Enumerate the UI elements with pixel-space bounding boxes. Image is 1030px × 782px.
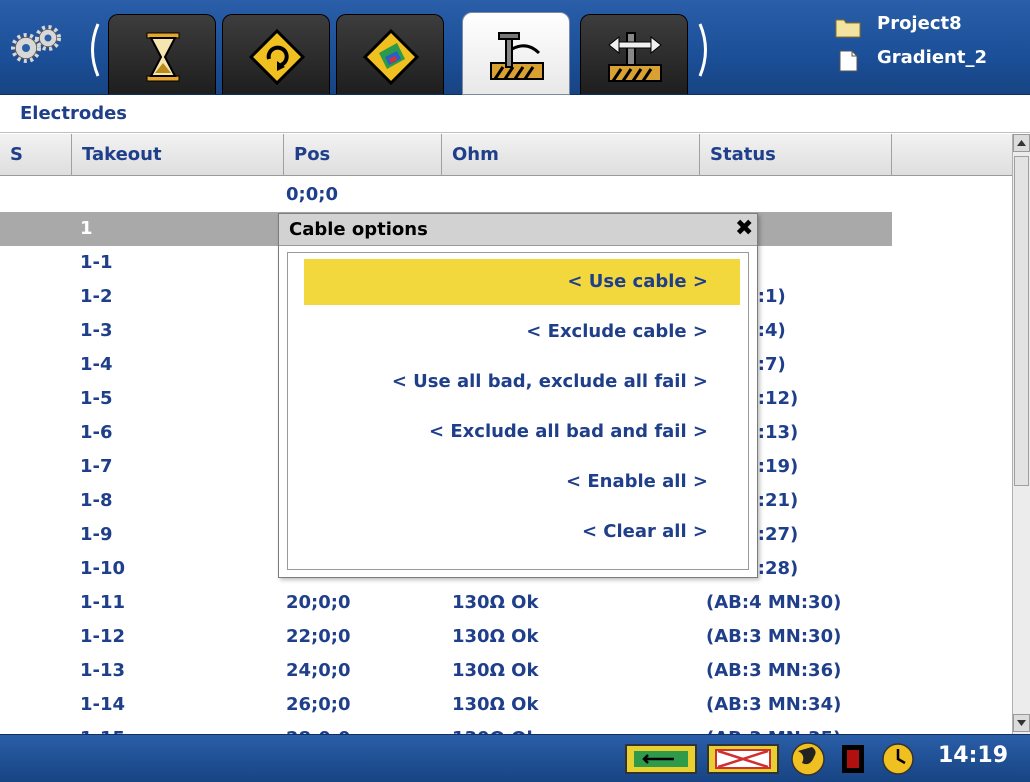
table-scrollbar[interactable]	[1012, 134, 1030, 734]
hourglass-icon	[146, 32, 180, 82]
settings-gears-icon[interactable]	[10, 24, 66, 64]
tab-process[interactable]	[222, 14, 330, 94]
cell-takeout: 1-13	[80, 660, 126, 681]
globe-icon[interactable]	[788, 741, 828, 777]
cell-takeout: 1-1	[80, 252, 113, 273]
cell-pos: 20;0;0	[286, 592, 351, 613]
option-exclude-cable[interactable]: < Exclude cable >	[304, 309, 740, 355]
cell-takeout: 1-7	[80, 456, 113, 477]
cell-ohm: 130Ω Ok	[452, 626, 539, 647]
cell-takeout: 1-3	[80, 320, 113, 341]
cell-takeout: 1-9	[80, 524, 113, 545]
cell-status: (AB:3 MN:34)	[706, 694, 842, 715]
cell-pos: 26;0;0	[286, 694, 351, 715]
cell-ohm: 130Ω Ok	[452, 592, 539, 613]
cell-takeout: 1-8	[80, 490, 113, 511]
cell-takeout: 1-14	[80, 694, 126, 715]
arrow-up-icon	[1017, 140, 1026, 146]
scroll-up-button[interactable]	[1013, 134, 1030, 152]
clock-icon[interactable]	[880, 741, 916, 777]
cell-takeout: 1-6	[80, 422, 113, 443]
status-bar: 14:19	[0, 734, 1030, 782]
column-header-pos[interactable]: Pos	[284, 134, 442, 176]
tab-cable-layout[interactable]	[580, 14, 688, 94]
cell-takeout: 1-15	[80, 722, 125, 734]
tab-section[interactable]	[336, 14, 444, 94]
table-row[interactable]: 1-13 24;0;0 130Ω Ok (AB:3 MN:36)	[0, 654, 1012, 688]
dialog-title: Cable options	[279, 214, 757, 246]
column-header-status[interactable]: Status	[700, 134, 892, 176]
table-row[interactable]: 1-12 22;0;0 130Ω Ok (AB:3 MN:30)	[0, 620, 1012, 654]
option-enable-all[interactable]: < Enable all >	[304, 459, 740, 505]
tab-scroll-left-icon[interactable]	[84, 20, 102, 80]
record-stop-icon[interactable]	[840, 741, 866, 777]
document-icon	[839, 50, 858, 72]
cell-takeout: 1-12	[80, 626, 126, 647]
tab-scroll-right-icon[interactable]	[696, 20, 714, 80]
option-use-cable[interactable]: < Use cable >	[304, 259, 740, 305]
column-header-takeout[interactable]: Takeout	[72, 134, 284, 176]
gradient-map-icon	[362, 29, 420, 85]
project-name: Project8	[877, 13, 962, 34]
cell-pos: 24;0;0	[286, 660, 351, 681]
option-use-bad-exclude-fail[interactable]: < Use all bad, exclude all fail >	[304, 359, 740, 405]
column-header-extra	[892, 134, 1012, 176]
cell-pos: 28;0;0	[286, 722, 351, 734]
option-clear-all[interactable]: < Clear all >	[304, 509, 740, 555]
table-header: S Takeout Pos Ohm Status	[0, 134, 1012, 176]
column-header-s[interactable]: S	[0, 134, 72, 176]
table-row[interactable]: 1-14 26;0;0 130Ω Ok (AB:3 MN:34)	[0, 688, 1012, 722]
cell-ohm: 130Ω Ok	[452, 694, 539, 715]
cell-status: (AB:3 MN:36)	[706, 660, 842, 681]
tab-measure[interactable]	[108, 14, 216, 94]
cell-status: (AB:3 MN:30)	[706, 626, 842, 647]
cell-takeout: 1	[80, 218, 93, 239]
scroll-down-button[interactable]	[1013, 714, 1030, 732]
file-indicator: Gradient_2	[835, 44, 1030, 78]
cell-takeout: 1-10	[80, 558, 126, 579]
cell-pos: 0;0;0	[286, 184, 338, 205]
cell-takeout: 1-2	[80, 286, 113, 307]
cell-pos: 22;0;0	[286, 626, 351, 647]
battery-charging-icon[interactable]	[624, 741, 700, 777]
arrow-down-icon	[1017, 720, 1026, 726]
cable-options-dialog: Cable options ✖ < Use cable > < Exclude …	[278, 213, 758, 578]
tab-electrodes[interactable]	[462, 12, 570, 95]
cable-move-icon	[608, 32, 662, 82]
folder-icon	[835, 19, 861, 38]
dialog-options-list: < Use cable > < Exclude cable > < Use al…	[287, 252, 749, 570]
scroll-thumb[interactable]	[1014, 156, 1029, 486]
close-icon[interactable]: ✖	[735, 218, 757, 240]
table-row[interactable]: 0;0;0	[0, 178, 1012, 212]
cell-takeout: 1-5	[80, 388, 113, 409]
refresh-icon	[248, 29, 306, 85]
column-header-ohm[interactable]: Ohm	[442, 134, 700, 176]
top-toolbar: Project8 Gradient_2	[0, 0, 1030, 95]
cell-ohm: 130Ω Ok	[452, 660, 539, 681]
file-name: Gradient_2	[877, 47, 988, 68]
page-title: Electrodes	[0, 95, 1030, 133]
cell-takeout: 1-11	[80, 592, 126, 613]
cell-takeout: 1-4	[80, 354, 113, 375]
cell-status: (AB:3 MN:35)	[706, 722, 841, 734]
electrode-cable-icon	[490, 32, 544, 80]
clock-time: 14:19	[938, 743, 1009, 768]
project-indicator: Project8	[835, 10, 1030, 44]
disconnected-icon[interactable]	[706, 741, 782, 777]
table-row[interactable]: 1-15 28;0;0 130Ω Ok (AB:3 MN:35)	[0, 722, 1012, 734]
cell-ohm: 130Ω Ok	[452, 722, 538, 734]
table-row[interactable]: 1-11 20;0;0 130Ω Ok (AB:4 MN:30)	[0, 586, 1012, 620]
cell-status: (AB:4 MN:30)	[706, 592, 842, 613]
option-exclude-bad-and-fail[interactable]: < Exclude all bad and fail >	[304, 409, 740, 455]
